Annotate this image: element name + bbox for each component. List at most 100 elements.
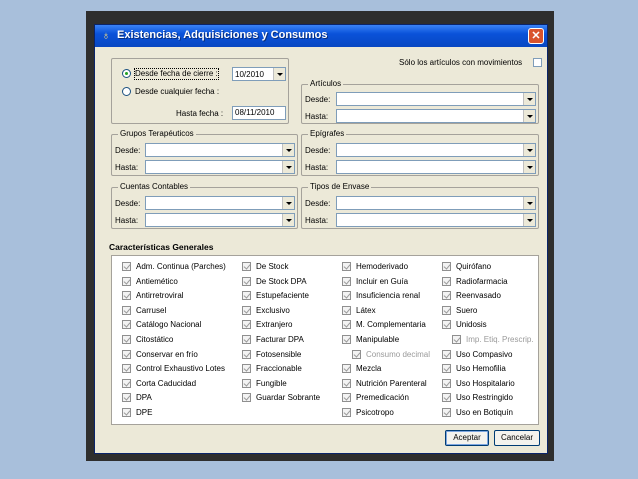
checkmark-icon[interactable] bbox=[122, 378, 131, 388]
characteristic-label: De Stock bbox=[256, 262, 289, 271]
chevron-down-icon[interactable] bbox=[523, 144, 535, 156]
checkmark-icon[interactable] bbox=[122, 393, 131, 403]
checkmark-icon[interactable] bbox=[342, 378, 351, 388]
checkmark-icon[interactable] bbox=[442, 320, 451, 330]
envase-to-label: Hasta: bbox=[305, 216, 329, 225]
epigrafes-from-select[interactable] bbox=[336, 143, 536, 157]
characteristic-label: Citostático bbox=[136, 335, 174, 344]
checkmark-icon[interactable] bbox=[122, 320, 131, 330]
chevron-down-icon[interactable] bbox=[523, 161, 535, 173]
checkmark-icon[interactable] bbox=[122, 305, 131, 315]
cuentas-to-select[interactable] bbox=[145, 213, 295, 227]
only-with-movements-checkbox[interactable] bbox=[533, 58, 542, 67]
chevron-down-icon[interactable] bbox=[282, 214, 294, 226]
chevron-down-icon[interactable] bbox=[282, 197, 294, 209]
checkmark-icon[interactable] bbox=[242, 320, 251, 330]
articulos-from-select[interactable] bbox=[336, 92, 536, 106]
characteristic-label: Insuficiencia renal bbox=[356, 291, 421, 301]
checkmark-icon[interactable] bbox=[242, 291, 251, 301]
characteristic-label: Premedicación bbox=[356, 393, 409, 403]
checkmark-icon[interactable] bbox=[342, 291, 351, 301]
checkmark-icon[interactable] bbox=[342, 262, 351, 271]
checkmark-icon[interactable] bbox=[342, 364, 351, 374]
characteristic-label: Uso Hemofilia bbox=[456, 364, 506, 374]
closing-period-value: 10/2010 bbox=[235, 70, 264, 79]
epigrafes-to-select[interactable] bbox=[336, 160, 536, 174]
characteristics-panel: Adm. Continua (Parches) Antiemético Antirr… bbox=[111, 255, 539, 425]
checkmark-icon[interactable] bbox=[342, 335, 351, 344]
characteristic-label: Hemoderivado bbox=[356, 262, 409, 271]
chevron-down-icon[interactable] bbox=[523, 214, 535, 226]
characteristic-label: Látex bbox=[356, 305, 376, 315]
checkmark-icon[interactable] bbox=[342, 393, 351, 403]
chevron-down-icon[interactable] bbox=[273, 68, 285, 80]
envase-to-select[interactable] bbox=[336, 213, 536, 227]
checkmark-icon[interactable] bbox=[342, 408, 351, 417]
characteristic-label: Unidosis bbox=[456, 320, 487, 330]
cancel-button[interactable]: Cancelar bbox=[494, 430, 540, 446]
checkmark-icon[interactable] bbox=[442, 291, 451, 301]
checkmark-icon[interactable] bbox=[442, 262, 451, 271]
checkmark-icon[interactable] bbox=[242, 305, 251, 315]
checkmark-icon[interactable] bbox=[242, 335, 251, 344]
checkmark-icon[interactable] bbox=[442, 408, 451, 417]
envase-from-select[interactable] bbox=[336, 196, 536, 210]
characteristic-label: Fungible bbox=[256, 378, 287, 388]
checkmark-icon[interactable] bbox=[442, 393, 451, 403]
grupos-to-select[interactable] bbox=[145, 160, 295, 174]
checkmark-icon[interactable] bbox=[242, 393, 251, 403]
from-any-date-radio[interactable] bbox=[122, 87, 131, 96]
checkmark-icon[interactable] bbox=[342, 276, 351, 286]
characteristic-label: Antiemético bbox=[136, 276, 178, 286]
close-button[interactable]: ✕ bbox=[528, 28, 544, 44]
checkmark-icon[interactable] bbox=[122, 262, 131, 271]
checkmark-icon[interactable] bbox=[122, 349, 131, 359]
characteristic-label: Conservar en frío bbox=[136, 349, 198, 359]
checkmark-icon[interactable] bbox=[352, 349, 361, 359]
chevron-down-icon[interactable] bbox=[523, 110, 535, 122]
grupos-from-label: Desde: bbox=[115, 146, 141, 155]
checkmark-icon[interactable] bbox=[442, 364, 451, 374]
characteristic-label: Fotosensible bbox=[256, 349, 302, 359]
window-title: Existencias, Adquisiciones y Consumos bbox=[117, 29, 328, 41]
checkmark-icon[interactable] bbox=[342, 305, 351, 315]
checkmark-icon[interactable] bbox=[122, 291, 131, 301]
checkmark-icon[interactable] bbox=[122, 364, 131, 374]
grupos-from-select[interactable] bbox=[145, 143, 295, 157]
characteristic-label: M. Complementaria bbox=[356, 320, 426, 330]
checkmark-icon[interactable] bbox=[452, 335, 461, 344]
checkmark-icon[interactable] bbox=[442, 349, 451, 359]
checkmark-icon[interactable] bbox=[122, 408, 131, 417]
checkmark-icon[interactable] bbox=[122, 335, 131, 344]
to-date-input[interactable]: 08/11/2010 bbox=[232, 106, 286, 120]
from-any-date-label: Desde cualquier fecha : bbox=[135, 87, 220, 96]
checkmark-icon[interactable] bbox=[442, 276, 451, 286]
articulos-group: Artículos Desde: Hasta: bbox=[301, 79, 539, 124]
close-icon: ✕ bbox=[531, 30, 541, 42]
cuentas-from-select[interactable] bbox=[145, 196, 295, 210]
checkmark-icon[interactable] bbox=[242, 262, 251, 271]
characteristic-label: Estupefaciente bbox=[256, 291, 309, 301]
title-bar[interactable]: ♁ Existencias, Adquisiciones y Consumos … bbox=[95, 25, 547, 47]
date-filter-group: Desde fecha de cierre : 10/2010 Desde cu… bbox=[111, 58, 289, 124]
checkmark-icon[interactable] bbox=[122, 276, 131, 286]
checkmark-icon[interactable] bbox=[442, 378, 451, 388]
from-closing-radio[interactable] bbox=[122, 69, 131, 78]
characteristic-label: Corta Caducidad bbox=[136, 378, 197, 388]
chevron-down-icon[interactable] bbox=[523, 93, 535, 105]
epigrafes-group: Epígrafes Desde: Hasta: bbox=[301, 129, 539, 176]
checkmark-icon[interactable] bbox=[242, 276, 251, 286]
checkmark-icon[interactable] bbox=[242, 349, 251, 359]
chevron-down-icon[interactable] bbox=[282, 161, 294, 173]
articulos-to-select[interactable] bbox=[336, 109, 536, 123]
checkmark-icon[interactable] bbox=[242, 378, 251, 388]
accept-button[interactable]: Aceptar bbox=[445, 430, 489, 446]
chevron-down-icon[interactable] bbox=[282, 144, 294, 156]
characteristic-label: DPA bbox=[136, 393, 152, 403]
characteristic-label: Extranjero bbox=[256, 320, 293, 330]
closing-period-select[interactable]: 10/2010 bbox=[232, 67, 286, 81]
checkmark-icon[interactable] bbox=[442, 305, 451, 315]
checkmark-icon[interactable] bbox=[242, 364, 251, 374]
chevron-down-icon[interactable] bbox=[523, 197, 535, 209]
checkmark-icon[interactable] bbox=[342, 320, 351, 330]
